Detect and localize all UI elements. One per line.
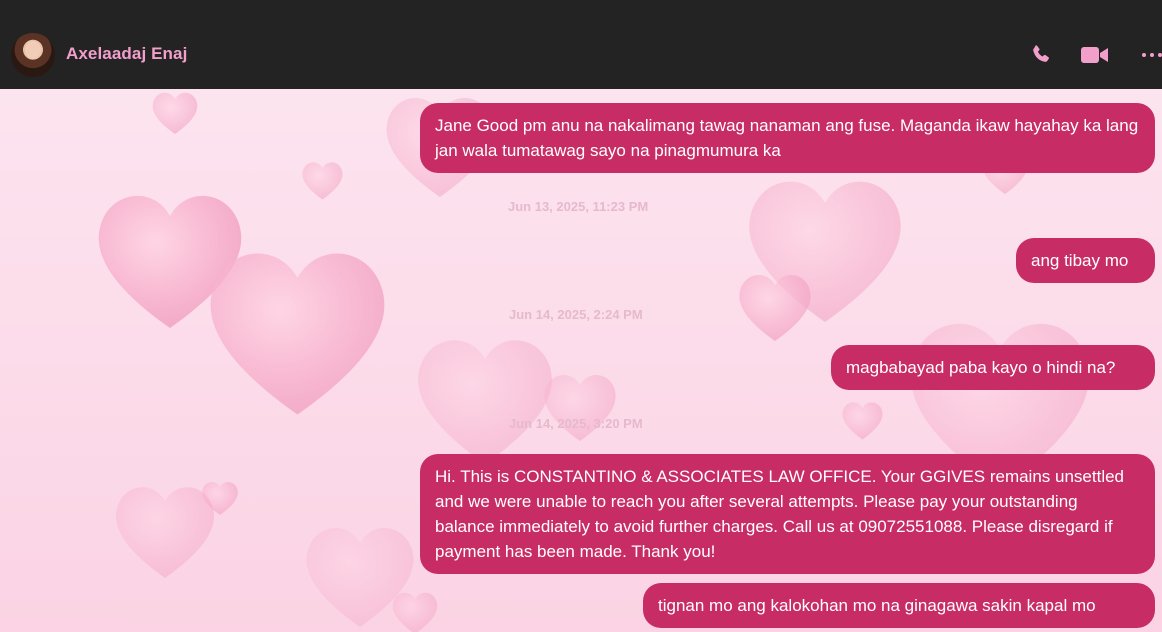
- phone-icon[interactable]: [1026, 41, 1056, 69]
- contact-name[interactable]: Axelaadaj Enaj: [66, 44, 187, 64]
- message-bubble[interactable]: ang tibay mo: [1016, 238, 1155, 283]
- chat-header: Axelaadaj Enaj: [0, 0, 1162, 89]
- message-bubble[interactable]: tignan mo ang kalokohan mo na ginagawa s…: [643, 583, 1155, 628]
- message-bubble[interactable]: magbabayad paba kayo o hindi na?: [831, 345, 1155, 390]
- more-icon[interactable]: [1137, 41, 1162, 69]
- video-icon[interactable]: [1080, 41, 1110, 69]
- chat-area: Jane Good pm anu na nakalimang tawag nan…: [0, 89, 1162, 632]
- timestamp: Jun 13, 2025, 11:23 PM: [508, 199, 649, 214]
- timestamp: Jun 14, 2025, 2:24 PM: [509, 307, 643, 322]
- avatar[interactable]: [11, 33, 55, 77]
- message-bubble[interactable]: Hi. This is CONSTANTINO & ASSOCIATES LAW…: [420, 454, 1155, 574]
- message-bubble[interactable]: Jane Good pm anu na nakalimang tawag nan…: [420, 103, 1155, 173]
- timestamp: Jun 14, 2025, 3:20 PM: [509, 416, 643, 431]
